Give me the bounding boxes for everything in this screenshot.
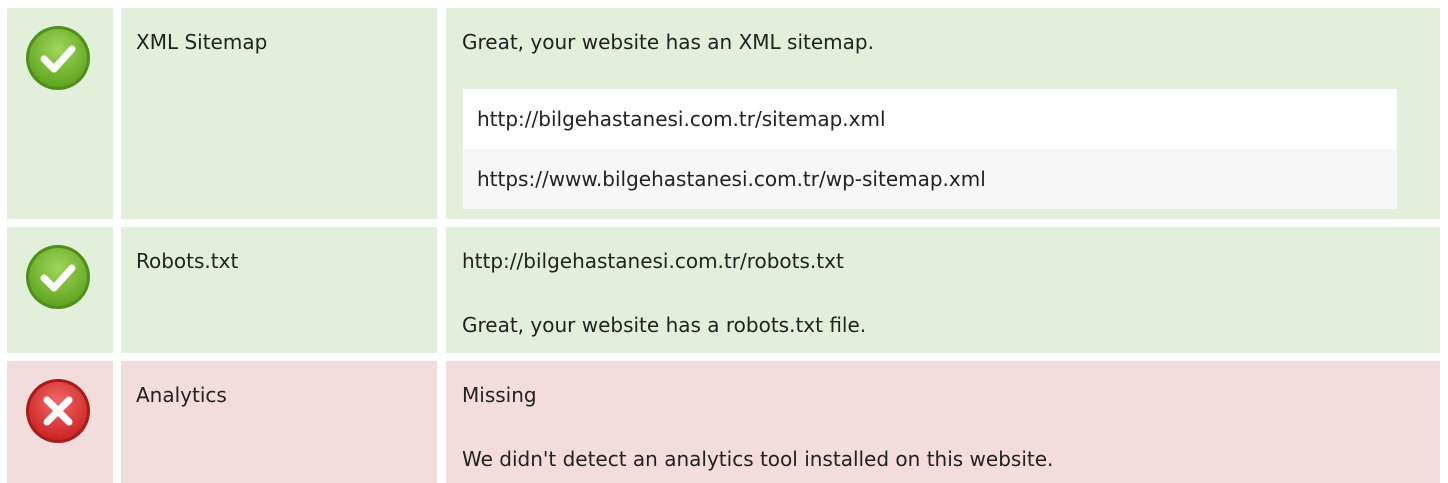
status-cell xyxy=(7,227,113,353)
check-message: Great, your website has a robots.txt fil… xyxy=(462,313,867,337)
status-cell xyxy=(7,8,113,219)
check-name-cell: XML Sitemap xyxy=(121,8,437,219)
check-label: Robots.txt xyxy=(136,249,239,273)
check-row-robots-txt: Robots.txt http://bilgehastanesi.com.tr/… xyxy=(0,227,1440,353)
check-detail-cell: http://bilgehastanesi.com.tr/robots.txt … xyxy=(446,227,1440,353)
sitemap-url-item: https://www.bilgehastanesi.com.tr/wp-sit… xyxy=(463,149,1397,209)
check-row-xml-sitemap: XML Sitemap Great, your website has an X… xyxy=(0,8,1440,219)
check-circle-icon xyxy=(25,244,91,310)
analytics-status-value: Missing xyxy=(462,383,537,407)
sitemap-url-list: http://bilgehastanesi.com.tr/sitemap.xml… xyxy=(463,89,1397,209)
check-detail-cell: Great, your website has an XML sitemap. … xyxy=(446,8,1440,219)
status-cell xyxy=(7,361,113,483)
check-label: Analytics xyxy=(136,383,227,407)
check-row-analytics: Analytics Missing We didn't detect an an… xyxy=(0,361,1440,483)
check-detail-cell: Missing We didn't detect an analytics to… xyxy=(446,361,1440,483)
seo-report-table: XML Sitemap Great, your website has an X… xyxy=(0,0,1448,483)
check-name-cell: Analytics xyxy=(121,361,437,483)
check-name-cell: Robots.txt xyxy=(121,227,437,353)
sitemap-url-item: http://bilgehastanesi.com.tr/sitemap.xml xyxy=(463,89,1397,149)
check-circle-icon xyxy=(25,25,91,91)
robots-url: http://bilgehastanesi.com.tr/robots.txt xyxy=(462,249,844,273)
error-circle-icon xyxy=(25,378,91,444)
check-label: XML Sitemap xyxy=(136,30,268,54)
check-message: We didn't detect an analytics tool insta… xyxy=(462,447,1054,471)
check-message: Great, your website has an XML sitemap. xyxy=(462,30,874,54)
